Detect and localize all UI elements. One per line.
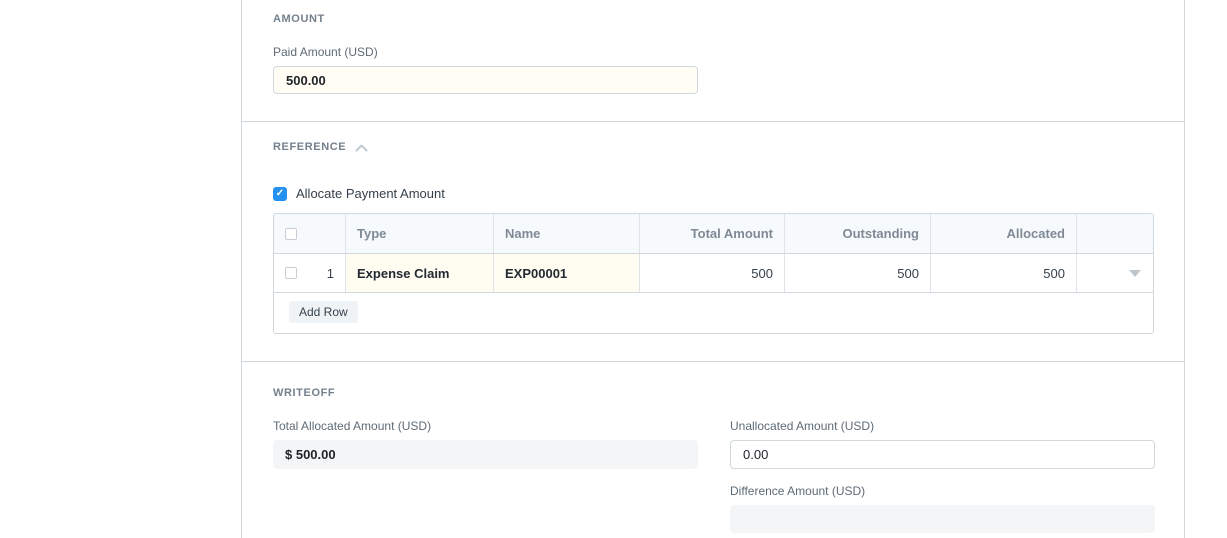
cell-outstanding[interactable]: 500 (785, 254, 931, 292)
grid-header-check-cell (274, 214, 346, 253)
row-index: 1 (327, 266, 334, 281)
difference-display (730, 505, 1155, 533)
allocate-payment-field: ✓ Allocate Payment Amount (273, 186, 1153, 201)
cell-outstanding-value: 500 (897, 266, 919, 281)
column-header-outstanding-label: Outstanding (842, 226, 919, 241)
cell-type-value: Expense Claim (357, 266, 450, 281)
amount-section-heading: AMOUNT (273, 13, 1153, 26)
add-row-button[interactable]: Add Row (289, 301, 358, 323)
cell-allocated[interactable]: 500 (931, 254, 1077, 292)
total-allocated-label: Total Allocated Amount (USD) (273, 419, 698, 433)
payment-entry-form: AMOUNT Paid Amount (USD) REFERENCE ✓ All… (241, 0, 1185, 538)
column-header-menu (1077, 214, 1153, 253)
column-header-type-label: Type (357, 226, 386, 241)
row-menu-cell (1077, 254, 1153, 292)
writeoff-right-column: Unallocated Amount (USD) Difference Amou… (730, 419, 1155, 533)
writeoff-left-column: Total Allocated Amount (USD) $ 500.00 (273, 419, 698, 533)
cell-allocated-value: 500 (1043, 266, 1065, 281)
writeoff-section: WRITEOFF Total Allocated Amount (USD) $ … (242, 361, 1184, 533)
cell-total-amount-value: 500 (751, 266, 773, 281)
total-allocated-display: $ 500.00 (273, 440, 698, 469)
allocate-payment-checkbox[interactable]: ✓ (273, 187, 287, 201)
reference-section-heading-row[interactable]: REFERENCE (273, 141, 1153, 154)
grid-header-row: Type Name Total Amount Outstanding Alloc… (274, 214, 1153, 254)
column-header-outstanding[interactable]: Outstanding (785, 214, 931, 253)
row-check-cell: 1 (274, 254, 346, 292)
paid-amount-input[interactable] (273, 66, 698, 94)
writeoff-section-heading: WRITEOFF (273, 387, 1153, 400)
allocate-payment-label: Allocate Payment Amount (296, 186, 445, 201)
paid-amount-label: Paid Amount (USD) (273, 45, 1153, 59)
select-all-checkbox[interactable] (285, 228, 297, 240)
column-header-total-amount[interactable]: Total Amount (640, 214, 785, 253)
chevron-up-icon[interactable] (355, 144, 368, 152)
table-row[interactable]: 1 Expense Claim EXP00001 500 500 500 (274, 254, 1153, 293)
amount-section: AMOUNT Paid Amount (USD) (242, 0, 1184, 121)
column-header-allocated[interactable]: Allocated (931, 214, 1077, 253)
unallocated-label: Unallocated Amount (USD) (730, 419, 1155, 433)
cell-name[interactable]: EXP00001 (494, 254, 640, 292)
reference-grid: Type Name Total Amount Outstanding Alloc… (273, 213, 1154, 334)
row-checkbox[interactable] (285, 267, 297, 279)
column-header-name[interactable]: Name (494, 214, 640, 253)
caret-down-icon[interactable] (1129, 270, 1141, 277)
grid-footer: Add Row (274, 293, 1153, 333)
difference-label: Difference Amount (USD) (730, 484, 1155, 498)
column-header-total-amount-label: Total Amount (691, 226, 773, 241)
cell-type[interactable]: Expense Claim (346, 254, 494, 292)
cell-name-value: EXP00001 (505, 266, 567, 281)
reference-section: REFERENCE ✓ Allocate Payment Amount Type… (242, 121, 1184, 361)
reference-section-heading: REFERENCE (273, 141, 346, 154)
cell-total-amount[interactable]: 500 (640, 254, 785, 292)
column-header-type[interactable]: Type (346, 214, 494, 253)
column-header-name-label: Name (505, 226, 540, 241)
column-header-allocated-label: Allocated (1006, 226, 1065, 241)
unallocated-input[interactable] (730, 440, 1155, 469)
